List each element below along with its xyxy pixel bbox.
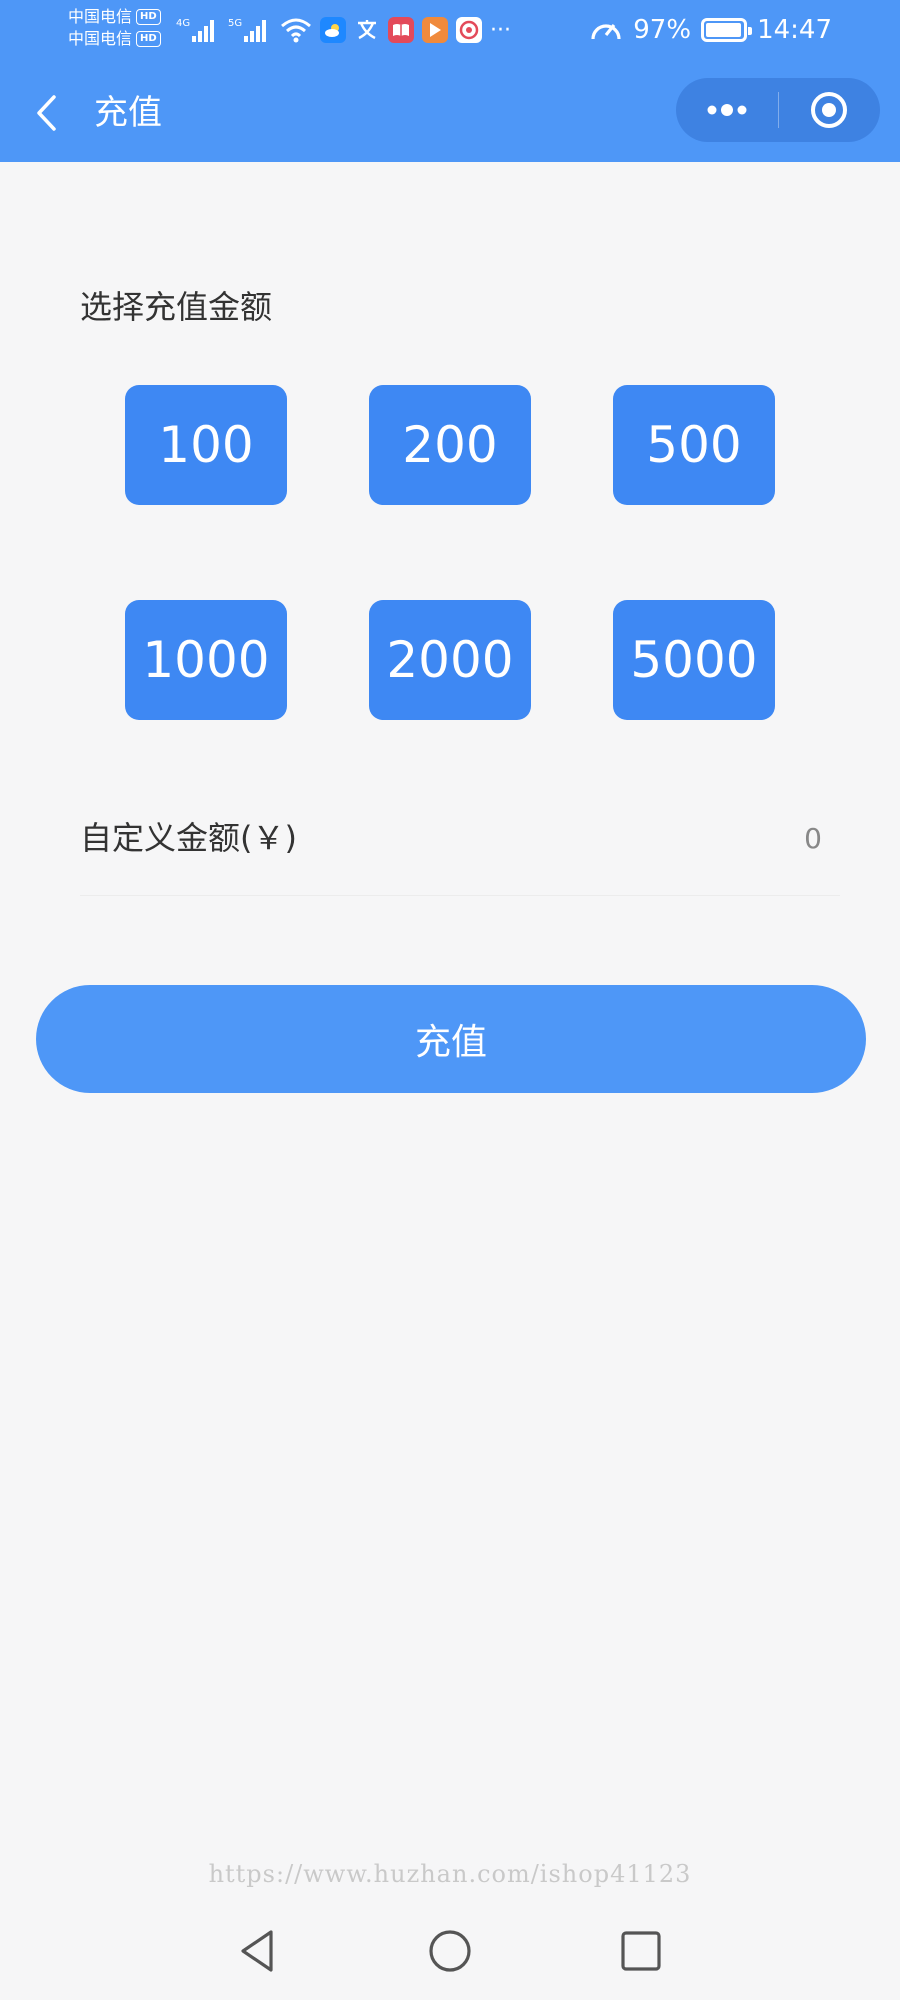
system-back-button[interactable] xyxy=(232,1926,282,1976)
weather-app-icon xyxy=(320,17,346,43)
clock-time: 14:47 xyxy=(757,15,832,45)
carrier-name-1: 中国电信 xyxy=(68,7,133,26)
carrier-name-2: 中国电信 xyxy=(68,29,133,48)
select-amount-title: 选择充值金额 xyxy=(80,288,273,326)
page-title: 充值 xyxy=(94,93,162,133)
signal-5g-icon: 5G xyxy=(228,18,266,42)
podcast-app-icon xyxy=(456,17,482,43)
custom-amount-row: 自定义金额(￥) xyxy=(80,810,840,896)
recharge-page: 中国电信 HD 中国电信 HD 4G 5G ··· 97% 14:47 充值 选… xyxy=(0,0,900,2000)
amount-option-1000[interactable]: 1000 xyxy=(125,600,287,720)
more-menu-button[interactable] xyxy=(676,78,778,142)
system-navigation-bar xyxy=(0,1912,900,1988)
amount-option-200[interactable]: 200 xyxy=(369,385,531,505)
status-bar: 中国电信 HD 中国电信 HD 4G 5G ··· 97% 14:47 xyxy=(0,0,900,60)
amount-option-100[interactable]: 100 xyxy=(125,385,287,505)
amount-option-2000[interactable]: 2000 xyxy=(369,600,531,720)
status-icons: 4G 5G ··· xyxy=(176,14,511,46)
translate-app-icon xyxy=(354,17,380,43)
battery-percent: 97% xyxy=(633,15,692,45)
battery-icon xyxy=(701,18,753,42)
more-dots-icon xyxy=(707,104,747,116)
square-recents-icon xyxy=(621,1931,661,1971)
amount-option-5000[interactable]: 5000 xyxy=(613,600,775,720)
more-notifications-icon: ··· xyxy=(490,17,511,43)
triangle-back-icon xyxy=(241,1930,273,1972)
network-4g-label: 4G xyxy=(176,18,190,29)
amount-option-500[interactable]: 500 xyxy=(613,385,775,505)
speedometer-icon xyxy=(591,24,621,40)
recharge-submit-button[interactable]: 充值 xyxy=(36,985,866,1093)
status-right: 97% 14:47 xyxy=(589,12,832,48)
signal-4g-icon: 4G xyxy=(176,18,214,42)
circle-home-icon xyxy=(429,1930,471,1972)
wifi-icon xyxy=(281,18,311,43)
system-home-button[interactable] xyxy=(425,1926,475,1976)
chevron-left-icon xyxy=(37,95,56,131)
target-circle-icon xyxy=(811,92,848,128)
hd-badge: HD xyxy=(136,9,161,25)
carrier-info: 中国电信 HD 中国电信 HD xyxy=(68,6,161,50)
custom-amount-label: 自定义金额(￥) xyxy=(80,819,297,857)
navigation-bar: 充值 xyxy=(0,70,900,154)
system-recents-button[interactable] xyxy=(616,1926,666,1976)
custom-amount-input[interactable] xyxy=(622,818,822,858)
battery-level-fill xyxy=(706,23,741,37)
close-mini-program-button[interactable] xyxy=(779,78,881,142)
hd-badge: HD xyxy=(136,31,161,47)
top-header: 中国电信 HD 中国电信 HD 4G 5G ··· 97% 14:47 充值 xyxy=(0,0,900,162)
amount-options-grid: 100 200 500 1000 2000 5000 xyxy=(125,385,775,720)
video-app-icon xyxy=(422,17,448,43)
back-button[interactable] xyxy=(28,88,64,138)
mini-program-capsule xyxy=(676,78,880,142)
network-5g-label: 5G xyxy=(228,18,242,29)
book-app-icon xyxy=(388,17,414,43)
watermark-text: https://www.huzhan.com/ishop41123 xyxy=(208,1860,692,1888)
